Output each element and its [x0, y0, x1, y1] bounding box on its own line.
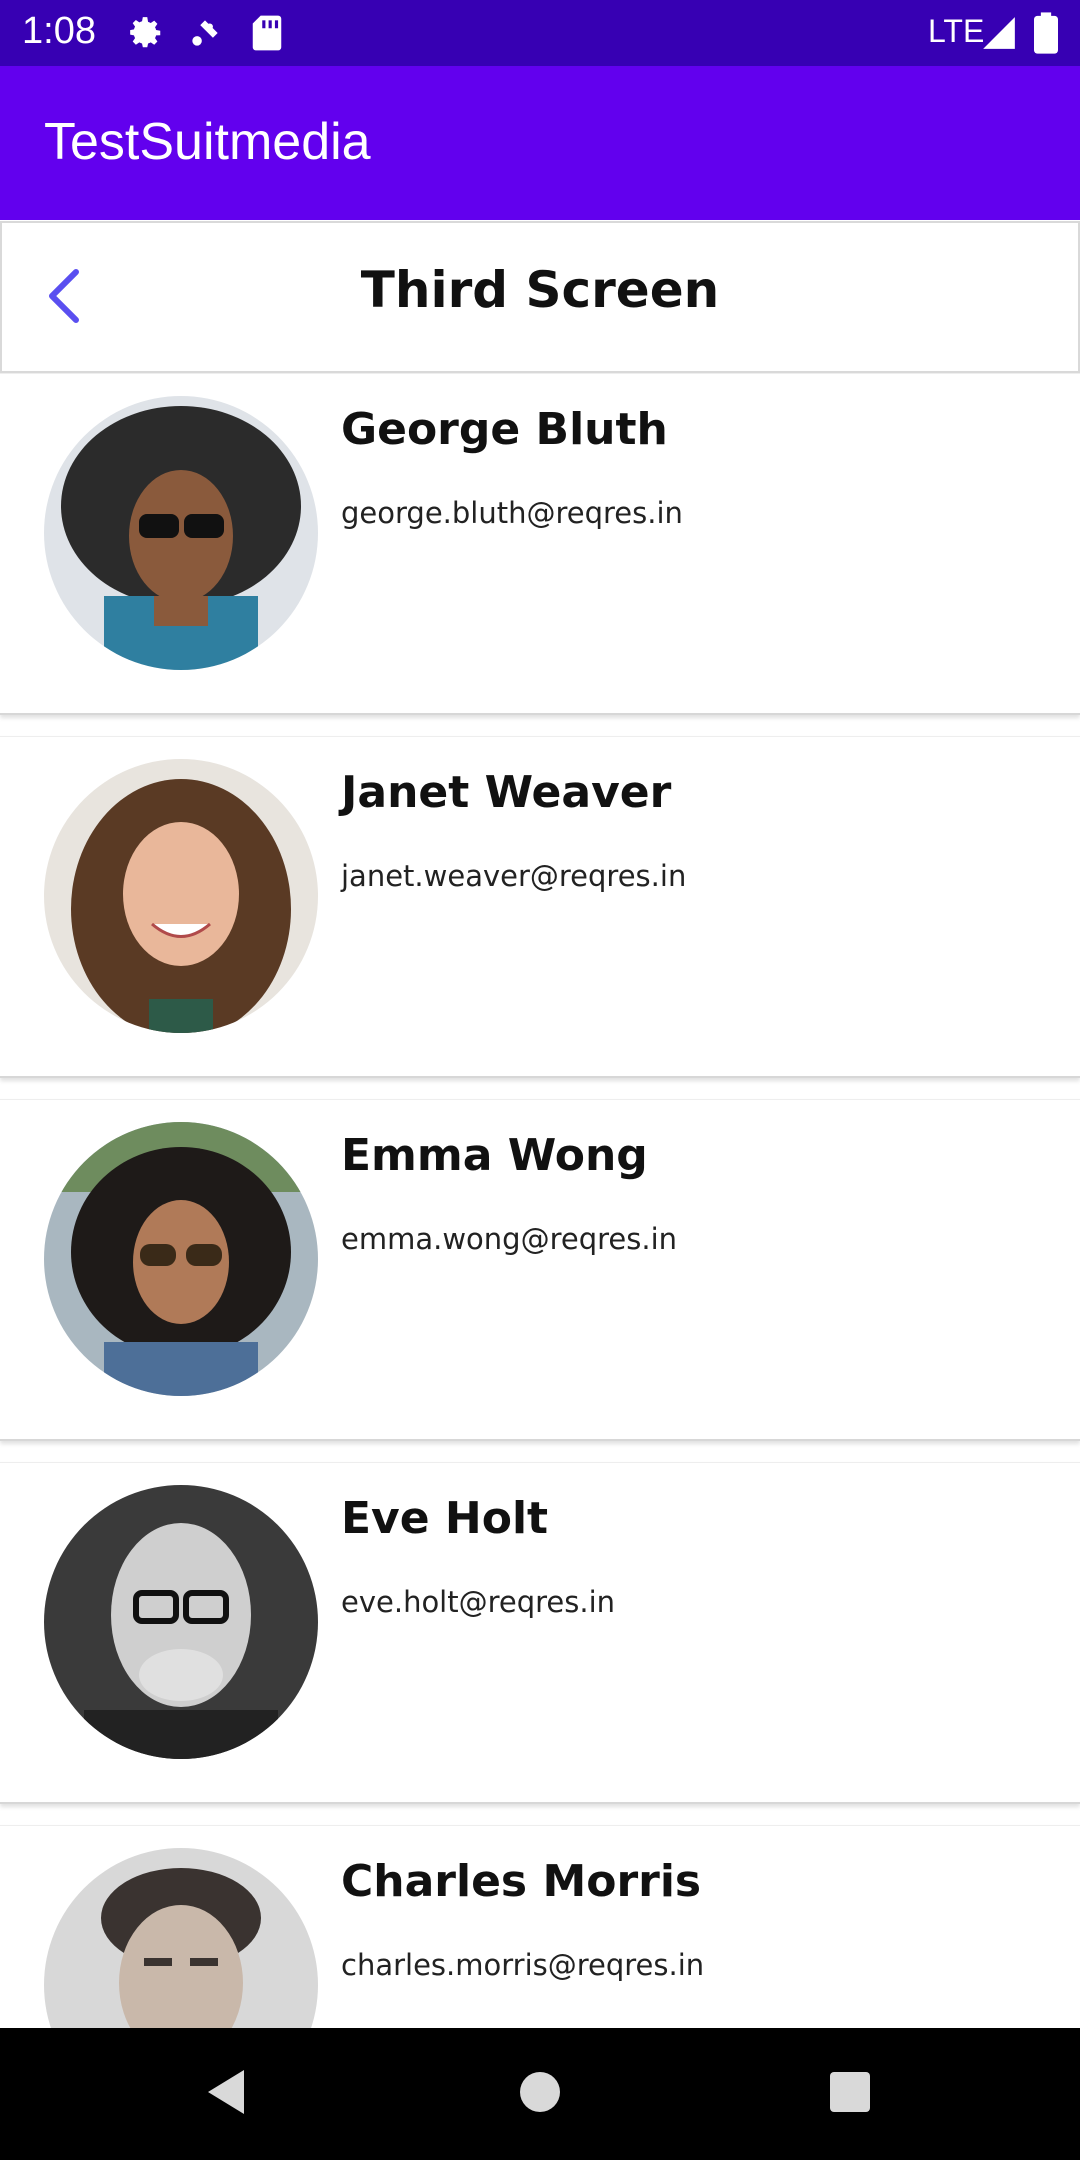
list-item[interactable]: Eve Holt eve.holt@reqres.in — [0, 1462, 1080, 1804]
user-email: emma.wong@reqres.in — [341, 1222, 678, 1256]
data-sync-icon — [186, 14, 224, 56]
user-email: eve.holt@reqres.in — [341, 1585, 616, 1619]
battery-icon — [1034, 12, 1058, 58]
sd-card-icon — [250, 14, 284, 56]
back-triangle-icon — [204, 2068, 248, 2120]
status-bar: 1:08 LTE — [0, 0, 1080, 66]
nav-home-button[interactable] — [510, 2064, 570, 2124]
avatar — [44, 396, 318, 670]
status-time: 1:08 — [22, 10, 96, 52]
app-title: TestSuitmedia — [44, 113, 371, 171]
avatar — [44, 1122, 318, 1396]
home-circle-icon — [518, 2070, 562, 2118]
user-name: Eve Holt — [341, 1493, 549, 1544]
list-item[interactable]: George Bluth george.bluth@reqres.in — [0, 373, 1080, 715]
list-item[interactable]: Charles Morris charles.morris@reqres.in — [0, 1825, 1080, 2028]
user-name: Janet Weaver — [341, 767, 672, 818]
user-email: janet.weaver@reqres.in — [341, 859, 687, 893]
nav-recents-button[interactable] — [820, 2064, 880, 2124]
recents-square-icon — [828, 2070, 872, 2118]
user-name: George Bluth — [341, 404, 668, 455]
list-item[interactable]: Emma Wong emma.wong@reqres.in — [0, 1099, 1080, 1441]
avatar — [44, 759, 318, 1033]
avatar — [44, 1848, 318, 2028]
nav-back-button[interactable] — [196, 2064, 256, 2124]
user-list[interactable]: George Bluth george.bluth@reqres.in Jane… — [0, 373, 1080, 2028]
signal-icon — [980, 14, 1018, 56]
app-bar: TestSuitmedia — [0, 66, 1080, 220]
user-email: george.bluth@reqres.in — [341, 496, 683, 530]
screen-header: Third Screen — [0, 221, 1080, 373]
user-email: charles.morris@reqres.in — [341, 1948, 705, 1982]
avatar — [44, 1485, 318, 1759]
list-item[interactable]: Janet Weaver janet.weaver@reqres.in — [0, 736, 1080, 1078]
user-name: Emma Wong — [341, 1130, 648, 1181]
settings-icon — [127, 14, 165, 56]
user-name: Charles Morris — [341, 1856, 702, 1907]
screen-title: Third Screen — [360, 261, 720, 319]
system-nav-bar — [0, 2028, 1080, 2160]
network-type: LTE — [928, 13, 985, 49]
